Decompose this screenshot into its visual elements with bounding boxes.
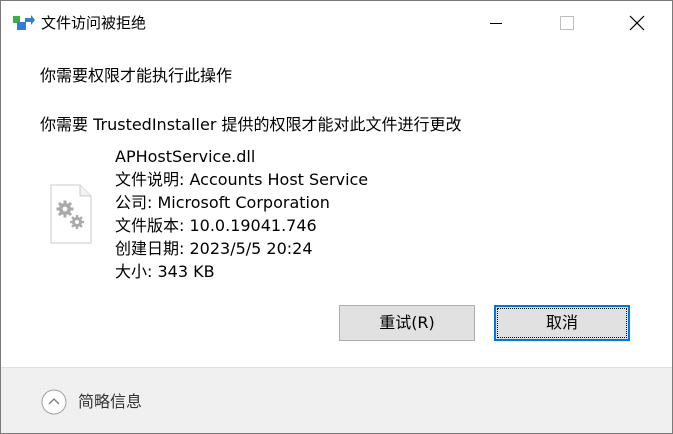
file-name: APHostService.dll — [115, 147, 256, 166]
close-icon — [629, 15, 645, 31]
file-access-denied-dialog: 文件访问被拒绝 你需要权限才能执行此操作 你需要 TrustedInstalle… — [0, 0, 673, 434]
title-bar[interactable]: 文件访问被拒绝 — [1, 1, 672, 45]
maximize-icon — [560, 16, 574, 30]
retry-button[interactable]: 重试(R) — [339, 305, 475, 341]
file-size: 大小: 343 KB — [115, 262, 215, 281]
window-title: 文件访问被拒绝 — [41, 14, 147, 32]
fewer-details-toggle[interactable]: 简略信息 — [78, 392, 142, 412]
file-company: 公司: Microsoft Corporation — [115, 193, 330, 212]
minimize-button[interactable] — [472, 1, 520, 45]
footer: 简略信息 — [1, 367, 672, 433]
cancel-button[interactable]: 取消 — [494, 305, 630, 341]
chevron-up-icon[interactable] — [41, 389, 67, 415]
minimize-icon — [490, 23, 502, 24]
close-button[interactable] — [613, 1, 661, 45]
file-transfer-icon — [13, 15, 35, 31]
file-description: 文件说明: Accounts Host Service — [115, 170, 369, 189]
file-details: APHostService.dll 文件说明: Accounts Host Se… — [115, 145, 368, 283]
file-created-date: 创建日期: 2023/5/5 20:24 — [115, 239, 313, 258]
settings-file-icon — [50, 184, 92, 244]
focus-ring — [497, 308, 627, 338]
maximize-button — [543, 1, 591, 45]
file-version: 文件版本: 10.0.19041.746 — [115, 216, 317, 235]
permission-required-heading: 你需要权限才能执行此操作 — [40, 66, 233, 85]
permission-description: 你需要 TrustedInstaller 提供的权限才能对此文件进行更改 — [40, 115, 462, 134]
